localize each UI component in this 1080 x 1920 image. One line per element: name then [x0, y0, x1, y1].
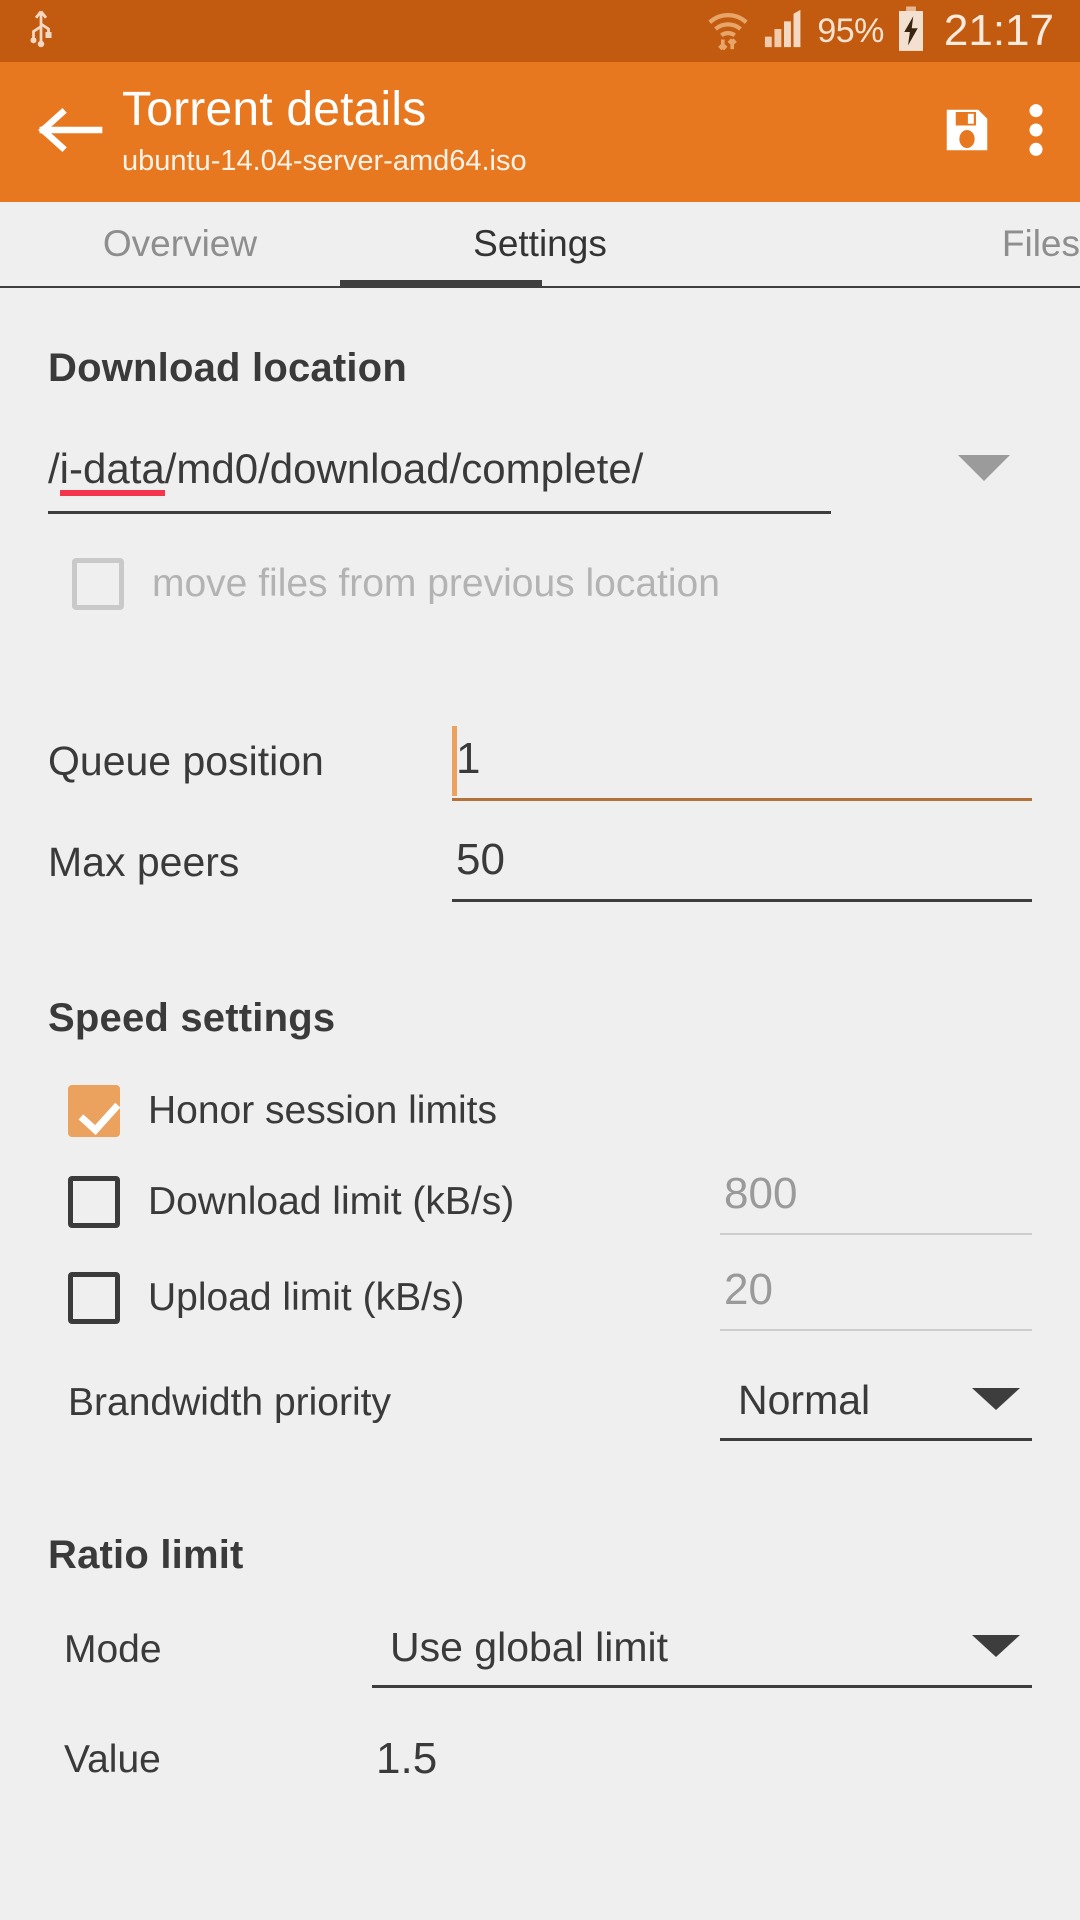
queue-position-input[interactable]: 1 — [452, 726, 1032, 801]
honor-session-limits-row[interactable]: Honor session limits — [68, 1085, 1032, 1137]
move-files-label: move files from previous location — [152, 562, 720, 605]
max-peers-input[interactable]: 50 — [452, 835, 1032, 902]
status-bar: 95% 21:17 — [0, 0, 1080, 62]
max-peers-label: Max peers — [48, 839, 240, 885]
bandwidth-priority-underline — [720, 1438, 1032, 1441]
download-limit-input[interactable]: 800 — [720, 1169, 1032, 1235]
bandwidth-priority-label: Brandwidth priority — [68, 1381, 391, 1424]
upload-limit-value: 20 — [724, 1265, 773, 1314]
upload-limit-underline — [720, 1329, 1032, 1331]
app-bar: Torrent details ubuntu-14.04-server-amd6… — [0, 62, 1080, 202]
tab-active-indicator — [340, 280, 542, 288]
page-title: Torrent details — [122, 83, 427, 136]
ratio-mode-label: Mode — [64, 1628, 162, 1671]
ratio-value-label: Value — [64, 1738, 161, 1781]
tab-bar: Overview Settings Files — [0, 202, 1080, 288]
upload-limit-label: Upload limit (kB/s) — [148, 1276, 465, 1319]
max-peers-value: 50 — [456, 835, 505, 884]
path-misspelled-segment: i-data — [59, 445, 165, 492]
ratio-value-value: 1.5 — [376, 1734, 438, 1783]
chevron-down-icon — [956, 455, 1012, 489]
queue-position-value: 1 — [456, 734, 481, 783]
tab-files[interactable]: Files — [720, 223, 1080, 265]
queue-position-row[interactable]: Queue position 1 — [48, 726, 1032, 801]
section-speed-settings-title: Speed settings — [48, 996, 336, 1040]
ratio-mode-row[interactable]: Mode Use global limit — [64, 1624, 1032, 1688]
torrent-details-screen: 95% 21:17 Torrent details ubuntu-14.04-s… — [0, 0, 1080, 1920]
ratio-mode-value: Use global limit — [390, 1624, 668, 1670]
path-prefix: / — [48, 445, 60, 492]
chevron-down-icon[interactable] — [970, 1384, 1022, 1419]
ratio-mode-select[interactable]: Use global limit — [372, 1624, 1032, 1688]
ratio-value-input[interactable]: 1.5 — [372, 1734, 1032, 1798]
save-button[interactable] — [940, 103, 994, 162]
max-peers-row[interactable]: Max peers 50 — [48, 835, 1032, 902]
cellular-signal-icon — [763, 9, 805, 54]
path-suffix: /md0/download/complete/ — [164, 445, 644, 492]
download-limit-checkbox[interactable] — [68, 1176, 120, 1228]
max-peers-underline — [452, 899, 1032, 902]
appbar-titles: Torrent details ubuntu-14.04-server-amd6… — [122, 81, 527, 183]
appbar-actions — [940, 101, 1052, 164]
queue-position-label: Queue position — [48, 738, 324, 784]
download-location-field[interactable]: /i-data/md0/download/complete/ — [48, 445, 1032, 514]
back-arrow-icon — [37, 105, 103, 160]
section-ratio-limit-title: Ratio limit — [48, 1533, 244, 1577]
battery-charging-icon — [896, 6, 926, 57]
download-location-underline — [48, 511, 831, 514]
download-limit-underline — [720, 1233, 1032, 1235]
section-download-location-title: Download location — [48, 346, 407, 390]
move-files-checkbox-row[interactable]: move files from previous location — [72, 558, 1032, 610]
chevron-down-icon[interactable] — [970, 1631, 1022, 1666]
upload-limit-checkbox[interactable] — [68, 1272, 120, 1324]
download-location-value[interactable]: /i-data/md0/download/complete/ — [48, 445, 643, 511]
upload-limit-input[interactable]: 20 — [720, 1265, 1032, 1331]
ratio-value-row[interactable]: Value 1.5 — [64, 1734, 1032, 1798]
tab-settings[interactable]: Settings — [360, 223, 720, 265]
save-icon — [940, 109, 994, 161]
download-limit-row[interactable]: Download limit (kB/s) 800 — [68, 1169, 1032, 1235]
overflow-menu-button[interactable] — [1028, 101, 1044, 164]
upload-limit-row[interactable]: Upload limit (kB/s) 20 — [68, 1265, 1032, 1331]
overflow-menu-icon — [1028, 103, 1044, 163]
honor-session-limits-checkbox[interactable] — [68, 1085, 120, 1137]
bandwidth-priority-row[interactable]: Brandwidth priority Normal — [68, 1377, 1032, 1441]
usb-icon — [26, 9, 56, 54]
bandwidth-priority-select[interactable]: Normal — [720, 1377, 1032, 1441]
move-files-checkbox[interactable] — [72, 558, 124, 610]
download-limit-value: 800 — [724, 1169, 798, 1218]
text-cursor — [452, 726, 457, 796]
clock-label: 21:17 — [943, 6, 1054, 55]
wifi-transfer-icon — [705, 6, 751, 57]
page-subtitle: ubuntu-14.04-server-amd64.iso — [122, 145, 527, 177]
settings-content: Download location /i-data/md0/download/c… — [0, 288, 1080, 1798]
queue-position-underline — [452, 798, 1032, 801]
download-limit-label: Download limit (kB/s) — [148, 1180, 515, 1223]
ratio-mode-underline — [372, 1685, 1032, 1688]
tab-overview[interactable]: Overview — [0, 223, 360, 265]
back-button[interactable] — [28, 105, 112, 160]
honor-session-limits-label: Honor session limits — [148, 1089, 497, 1132]
battery-percent-label: 95% — [817, 11, 884, 50]
download-location-dropdown-button[interactable] — [956, 451, 1012, 490]
